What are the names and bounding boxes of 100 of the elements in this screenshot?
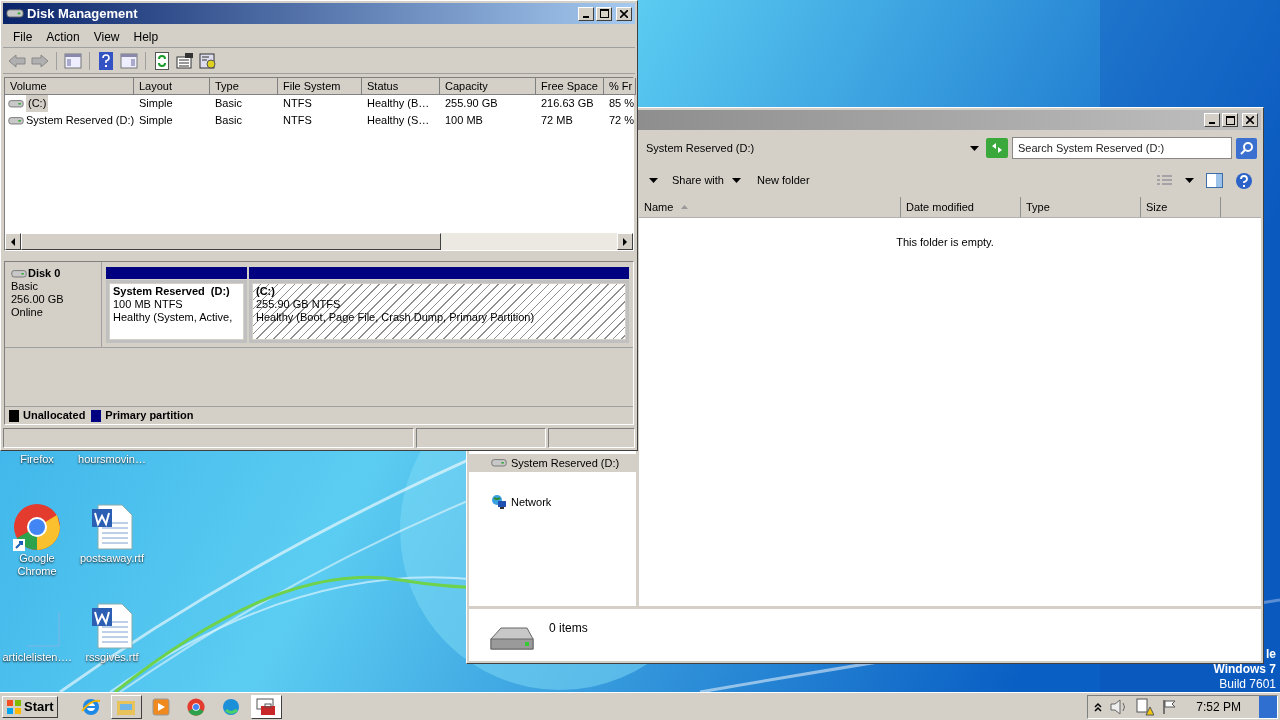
close-icon	[620, 9, 628, 18]
close-icon	[1246, 116, 1254, 124]
table-cell-text: 216.63 GB	[540, 96, 595, 112]
disk-type: Basic	[11, 280, 39, 293]
refresh-button[interactable]	[986, 138, 1008, 158]
maximize-icon	[1225, 115, 1235, 125]
new-folder-button[interactable]: New folder	[755, 172, 812, 189]
properties-icon[interactable]	[176, 52, 194, 69]
windows-logo-icon	[6, 698, 22, 715]
left-arrow-icon[interactable]	[10, 237, 16, 246]
browser-e-icon	[81, 696, 102, 717]
menu-item[interactable]: View	[86, 27, 127, 46]
nav-item[interactable]: System Reserved (D:)	[469, 454, 636, 472]
action-pane-icon[interactable]	[120, 52, 138, 69]
minimize-button[interactable]	[1204, 113, 1220, 127]
disk-name: Disk 0	[28, 267, 61, 280]
taskbar-button[interactable]	[110, 694, 142, 719]
drive-icon	[8, 115, 24, 126]
toolbox-icon	[256, 697, 277, 716]
table-cell-text: NTFS	[282, 113, 313, 129]
drive-icon	[8, 98, 24, 109]
empty-folder-message: This folder is empty.	[895, 235, 995, 250]
item-count: 0 items	[549, 620, 588, 637]
column-header[interactable]: Free Space	[536, 78, 604, 95]
column-header[interactable]: Capacity	[440, 78, 536, 95]
sort-arrow-icon	[681, 205, 689, 209]
caret-icon	[970, 145, 979, 151]
search-button[interactable]	[1236, 137, 1257, 159]
minimize-icon	[583, 15, 589, 18]
table-cell-text: 255.90 GB	[444, 96, 499, 112]
table-cell-text: Healthy (S…	[366, 113, 431, 129]
maximize-button[interactable]	[596, 6, 612, 21]
refresh-icon[interactable]	[155, 51, 169, 70]
menu-item[interactable]: Action	[39, 27, 87, 46]
partition-size: 255.90 GB NTFS	[256, 298, 342, 311]
column-header[interactable]: Volume	[5, 78, 134, 95]
table-cell-text: Basic	[214, 113, 243, 129]
start-button[interactable]: Start	[2, 695, 58, 718]
table-cell-text: Simple	[138, 113, 174, 129]
column-header[interactable]: File System	[278, 78, 362, 95]
caret-icon[interactable]	[649, 178, 658, 183]
caret-icon	[732, 178, 741, 183]
column-header[interactable]: Type	[210, 78, 278, 95]
column-header[interactable]: Name	[639, 197, 901, 217]
table-cell-text: Simple	[138, 96, 174, 112]
partition-status: Healthy (System, Active,	[113, 311, 234, 324]
maximize-button[interactable]	[1222, 113, 1238, 127]
column-header[interactable]: Date modified	[901, 197, 1021, 217]
window-title: Disk Management	[27, 4, 139, 23]
preview-pane-icon[interactable]	[1206, 173, 1223, 188]
minimize-button[interactable]	[578, 6, 594, 21]
close-button[interactable]	[1242, 113, 1258, 127]
table-cell[interactable]: System Reserved (D:)	[26, 112, 135, 129]
help-icon[interactable]	[1235, 171, 1253, 190]
show-hidden-icons-icon[interactable]	[1094, 701, 1103, 712]
column-header[interactable]: Layout	[134, 78, 210, 95]
column-header[interactable]: Size	[1141, 197, 1221, 217]
search-field[interactable]: Search System Reserved (D:)	[1012, 137, 1232, 159]
right-arrow-icon[interactable]	[622, 237, 628, 246]
maximize-icon	[599, 9, 609, 18]
disk-info-panel[interactable]: Disk 0 Basic 256.00 GB Online	[5, 262, 102, 347]
menu-item[interactable]: File	[6, 27, 40, 46]
network-warning-icon[interactable]	[1136, 697, 1155, 716]
table-cell-text: 85 %	[608, 96, 636, 112]
help-icon[interactable]	[99, 51, 113, 70]
taskbar-button[interactable]	[250, 694, 282, 719]
caret-icon[interactable]	[1185, 178, 1194, 183]
edge-icon	[222, 697, 241, 716]
partition-size: 100 MB NTFS	[113, 298, 184, 311]
nav-item[interactable]: Network	[469, 493, 636, 511]
table-cell-text: Basic	[214, 96, 243, 112]
desktop-notice-text: Build 7601	[1219, 677, 1276, 692]
minimize-icon	[1209, 122, 1215, 124]
desktop-notice-text: le	[1266, 647, 1276, 662]
column-header[interactable]: % Fr	[604, 78, 636, 95]
menu-item[interactable]: Help	[126, 27, 166, 46]
share-with-button[interactable]: Share with	[670, 172, 743, 189]
table-cell-text: 72 MB	[540, 113, 574, 129]
disk-size: 256.00 GB	[11, 293, 65, 306]
partition-name: System Reserved (D:)	[113, 285, 231, 298]
partition-name: (C:)	[256, 285, 276, 298]
legend-label: Unallocated	[23, 408, 86, 424]
partition-status: Healthy (Boot, Page File, Crash Dump, Primary Partition)	[256, 311, 536, 324]
disk-status: Online	[11, 306, 44, 319]
table-cell-text: 72 %	[608, 113, 636, 129]
media-player-icon	[152, 697, 171, 716]
horizontal-scrollbar[interactable]	[5, 233, 633, 250]
drive-icon	[11, 268, 27, 279]
table-cell[interactable]: (C:)	[26, 95, 49, 112]
network-icon	[491, 494, 507, 510]
address-bar[interactable]: System Reserved (D:)	[643, 137, 982, 159]
legend-label: Primary partition	[105, 408, 194, 424]
column-header[interactable]: Status	[362, 78, 440, 95]
settings-icon[interactable]	[199, 52, 217, 69]
close-button[interactable]	[616, 6, 632, 21]
column-header[interactable]: Type	[1021, 197, 1141, 217]
drive-icon	[491, 458, 507, 468]
chrome-icon	[187, 697, 206, 716]
chrome-icon	[13, 503, 61, 551]
console-tree-icon[interactable]	[64, 52, 82, 69]
